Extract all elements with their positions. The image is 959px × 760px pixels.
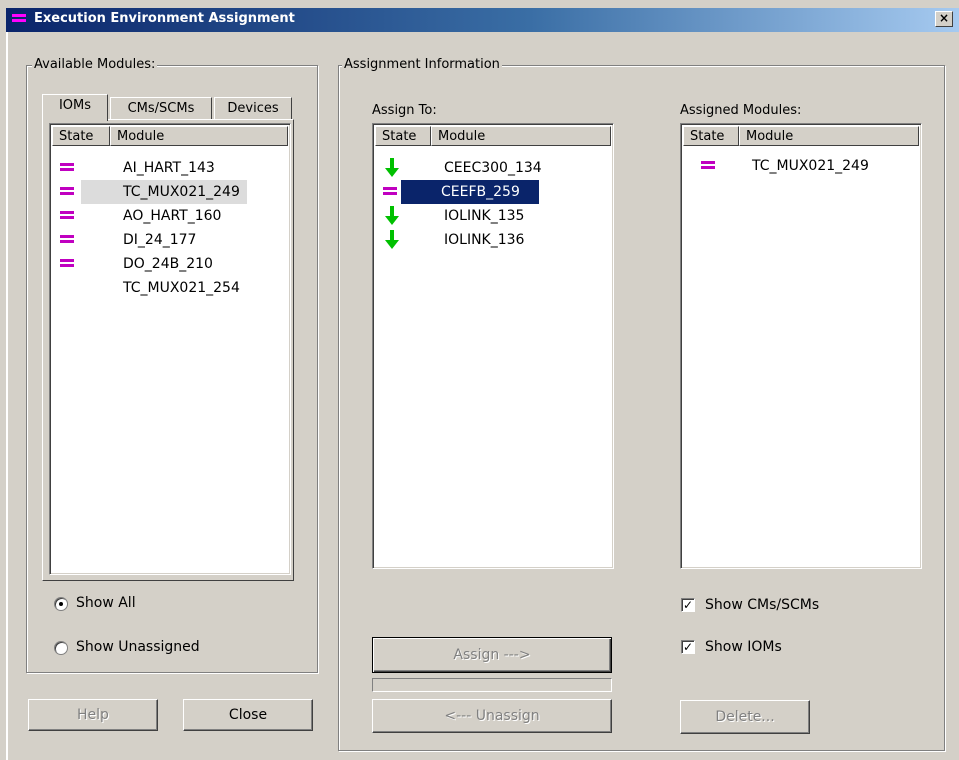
- title-bar[interactable]: Execution Environment Assignment ×: [6, 8, 959, 32]
- show-cms-scms-label[interactable]: Show CMs/SCMs: [705, 597, 819, 613]
- show-unassigned-label[interactable]: Show Unassigned: [76, 639, 200, 655]
- assign-to-list[interactable]: State Module CEEC300_134 CEEFB_259 IOLIN…: [372, 123, 614, 569]
- equal-icon: [60, 211, 74, 221]
- module-name: DO_24B_210: [123, 256, 213, 272]
- equal-icon: [60, 259, 74, 269]
- module-name: CEEC300_134: [444, 160, 542, 176]
- window-border: [6, 32, 8, 760]
- app-icon: [12, 14, 26, 26]
- show-cms-scms-checkbox[interactable]: ✓: [681, 598, 695, 612]
- show-all-radio[interactable]: [54, 597, 68, 611]
- show-all-label[interactable]: Show All: [76, 595, 136, 611]
- unassign-button[interactable]: <--- Unassign: [372, 699, 612, 733]
- list-item[interactable]: DO_24B_210: [52, 252, 288, 276]
- column-header-state[interactable]: State: [52, 126, 110, 146]
- module-name: CEEFB_259: [400, 179, 540, 205]
- module-name: TC_MUX021_249: [81, 180, 247, 204]
- tab-cms-scms[interactable]: CMs/SCMs: [110, 97, 212, 120]
- module-name: AO_HART_160: [123, 208, 222, 224]
- list-item[interactable]: TC_MUX021_249: [52, 180, 288, 204]
- module-name: AI_HART_143: [123, 160, 215, 176]
- equal-icon: [383, 187, 397, 197]
- equal-icon: [60, 163, 74, 173]
- progress-bar: [372, 678, 612, 692]
- module-name: TC_MUX021_249: [752, 158, 869, 174]
- list-item[interactable]: CEEFB_259: [375, 179, 611, 205]
- assignment-information-legend: Assignment Information: [342, 57, 502, 72]
- list-item[interactable]: TC_MUX021_249: [683, 154, 919, 178]
- equal-icon: [701, 161, 715, 171]
- show-ioms-label[interactable]: Show IOMs: [705, 639, 782, 655]
- module-name: DI_24_177: [123, 232, 197, 248]
- help-button[interactable]: Help: [28, 699, 158, 731]
- delete-button[interactable]: Delete...: [680, 700, 810, 734]
- down-arrow-icon: [385, 158, 399, 177]
- close-window-button[interactable]: ×: [935, 11, 953, 27]
- down-arrow-icon: [385, 230, 399, 249]
- list-item[interactable]: DI_24_177: [52, 228, 288, 252]
- assigned-modules-list[interactable]: State Module TC_MUX021_249: [680, 123, 922, 569]
- column-header-module[interactable]: Module: [431, 126, 611, 146]
- list-item[interactable]: AO_HART_160: [52, 204, 288, 228]
- window-title: Execution Environment Assignment: [34, 11, 295, 26]
- list-item[interactable]: IOLINK_136: [375, 228, 611, 252]
- close-button[interactable]: Close: [183, 699, 313, 731]
- list-item[interactable]: IOLINK_135: [375, 204, 611, 228]
- list-item[interactable]: TC_MUX021_254: [52, 276, 288, 300]
- assign-to-label: Assign To:: [372, 103, 437, 118]
- show-ioms-checkbox[interactable]: ✓: [681, 640, 695, 654]
- column-header-state[interactable]: State: [683, 126, 739, 146]
- show-unassigned-radio[interactable]: [54, 641, 68, 655]
- column-header-module[interactable]: Module: [110, 126, 288, 146]
- down-arrow-icon: [385, 206, 399, 225]
- tab-ioms[interactable]: IOMs: [42, 94, 108, 121]
- column-header-module[interactable]: Module: [739, 126, 919, 146]
- available-modules-list[interactable]: State Module AI_HART_143 TC_MUX021_249 A…: [49, 123, 291, 575]
- equal-icon: [60, 187, 74, 197]
- list-item[interactable]: AI_HART_143: [52, 156, 288, 180]
- module-name: IOLINK_135: [444, 208, 525, 224]
- column-header-state[interactable]: State: [375, 126, 431, 146]
- available-modules-legend: Available Modules:: [32, 57, 158, 72]
- assigned-modules-label: Assigned Modules:: [680, 103, 802, 118]
- equal-icon: [60, 235, 74, 245]
- assign-button[interactable]: Assign --->: [372, 637, 612, 673]
- module-name: TC_MUX021_254: [123, 280, 240, 296]
- tab-devices[interactable]: Devices: [214, 97, 292, 120]
- list-item[interactable]: CEEC300_134: [375, 156, 611, 180]
- module-name: IOLINK_136: [444, 232, 525, 248]
